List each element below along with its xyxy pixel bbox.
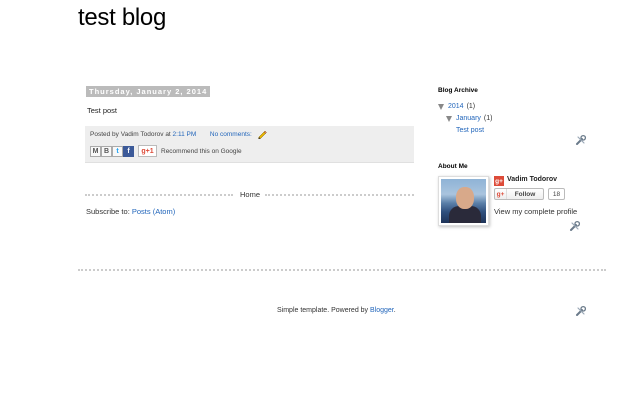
post-footer: Posted by Vadim Todorov at 2:11 PM No co… — [85, 126, 414, 163]
edit-widget-wrench-icon[interactable] — [575, 305, 587, 317]
pager-divider-right — [265, 194, 414, 196]
archive-year-2014[interactable]: 2014 (1) — [438, 103, 475, 110]
pager-divider-left — [85, 194, 233, 196]
archive-month-january[interactable]: January (1) — [446, 115, 492, 122]
comments-link[interactable]: No comments: — [210, 131, 252, 138]
date-header: Thursday, January 2, 2014 — [86, 86, 211, 97]
edit-widget-wrench-icon[interactable] — [569, 220, 581, 232]
footer-divider — [78, 269, 606, 271]
profile-avatar[interactable] — [438, 176, 489, 226]
profile-name[interactable]: Vadim Todorov — [507, 176, 557, 183]
edit-post-pencil-icon[interactable] — [257, 129, 267, 139]
google-plus-icon: g+ — [495, 189, 507, 199]
subscribe-label: Subscribe to: — [86, 207, 130, 216]
follow-label: Follow — [514, 190, 536, 198]
about-me-title: About Me — [438, 163, 468, 170]
post-body: Test post — [87, 106, 118, 115]
blog-title[interactable]: test blog — [78, 4, 166, 32]
view-profile-link[interactable]: View my complete profile — [494, 207, 577, 216]
twitter-share-button[interactable]: t — [112, 145, 123, 157]
edit-widget-wrench-icon[interactable] — [575, 134, 587, 146]
blog-pager: Home — [85, 190, 414, 200]
expand-toggle-icon[interactable] — [438, 103, 444, 110]
post-byline: Posted by Vadim Todorov at 2:11 PM No co… — [90, 131, 252, 138]
google-plus-one-button[interactable]: g+1 — [138, 145, 157, 157]
facebook-share-button[interactable]: f — [123, 145, 134, 157]
archive-post-item[interactable]: Test post — [456, 127, 487, 134]
at-label: at — [165, 131, 171, 138]
footer-attribution: Simple template. Powered by Blogger. — [277, 307, 396, 314]
attribution-period: . — [393, 307, 396, 314]
follower-count-badge: 18 — [548, 188, 565, 200]
posts-atom-link[interactable]: Posts (Atom) — [132, 207, 175, 216]
recommend-text: Recommend this on Google — [161, 147, 242, 155]
archive-month-link[interactable]: January — [456, 115, 481, 122]
blog-archive-title: Blog Archive — [438, 87, 478, 94]
expand-toggle-icon[interactable] — [446, 115, 452, 122]
archive-post-link[interactable]: Test post — [456, 127, 484, 134]
archive-year-link[interactable]: 2014 — [448, 103, 464, 110]
blogger-link[interactable]: Blogger — [370, 307, 394, 314]
post-timestamp-link[interactable]: 2:11 PM — [173, 131, 197, 138]
posted-by-label: Posted by — [90, 131, 119, 138]
post-author[interactable]: Vadim Todorov — [121, 131, 164, 138]
share-buttons: M B t f g+1 Recommend this on Google — [90, 145, 242, 157]
blogthis-share-button[interactable]: B — [101, 145, 112, 157]
email-share-button[interactable]: M — [90, 145, 101, 157]
archive-year-count: (1) — [466, 103, 476, 110]
home-link[interactable]: Home — [240, 190, 260, 199]
attribution-text: Simple template. Powered by — [277, 307, 369, 314]
follow-button[interactable]: g+ Follow — [494, 188, 544, 200]
subscribe-links: Subscribe to: Posts (Atom) — [86, 207, 175, 216]
archive-month-count: (1) — [483, 115, 493, 122]
google-plus-icon: g+ — [494, 176, 504, 186]
